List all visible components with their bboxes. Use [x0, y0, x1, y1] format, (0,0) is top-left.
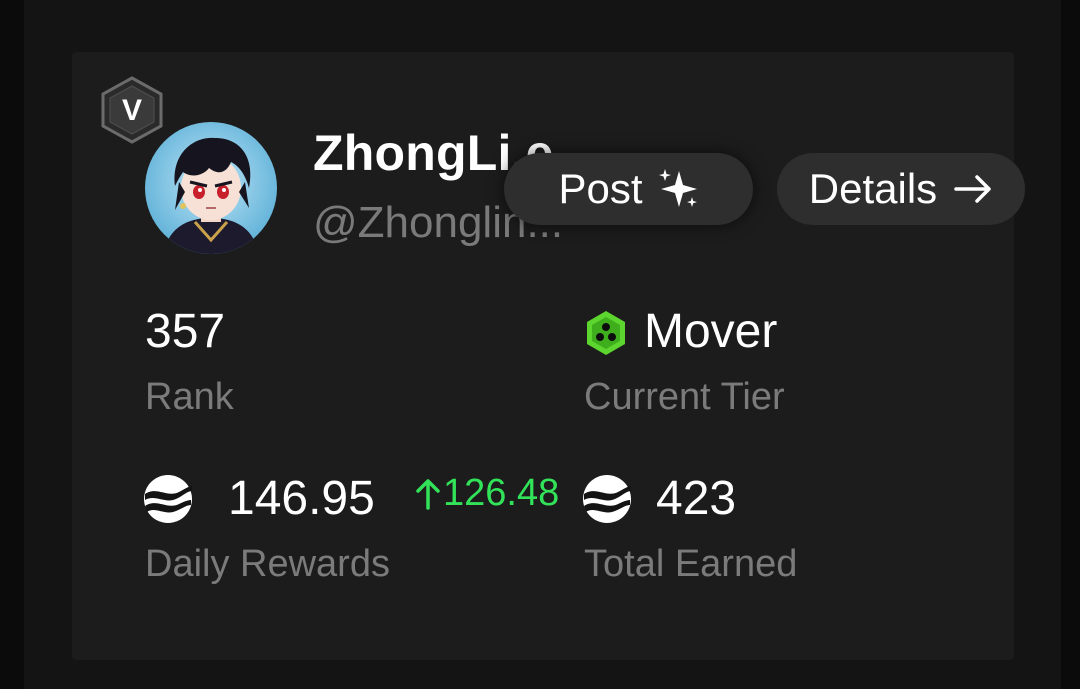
- token-coin-icon: [583, 475, 631, 523]
- daily-rewards-delta-value: 126.48: [443, 472, 560, 514]
- sparkles-icon: [658, 169, 697, 207]
- daily-rewards-label: Daily Rewards: [145, 543, 390, 585]
- hexagon-v-badge-icon: V: [101, 76, 163, 144]
- tier-label: Current Tier: [584, 376, 785, 418]
- total-earned-label: Total Earned: [584, 543, 798, 585]
- arrow-right-icon: [954, 175, 991, 203]
- rank-value: 357: [145, 305, 226, 358]
- token-coin-icon: [144, 475, 192, 523]
- details-button-label: Details: [808, 165, 938, 212]
- details-button[interactable]: Details: [777, 153, 1025, 225]
- arrow-up-icon: [416, 478, 440, 510]
- post-button[interactable]: Post: [504, 153, 753, 225]
- post-button-label: Post: [558, 165, 643, 212]
- avatar-image: [145, 122, 277, 254]
- avatar[interactable]: [145, 122, 277, 254]
- daily-rewards-value: 146.95: [228, 472, 375, 525]
- hexagon-tier-icon: [587, 311, 625, 355]
- tier-value: Mover: [644, 305, 778, 358]
- rank-label: Rank: [145, 376, 234, 418]
- daily-rewards-delta: 126.48: [415, 472, 559, 515]
- badge-letter: V: [122, 94, 142, 127]
- total-earned-value: 423: [656, 472, 737, 525]
